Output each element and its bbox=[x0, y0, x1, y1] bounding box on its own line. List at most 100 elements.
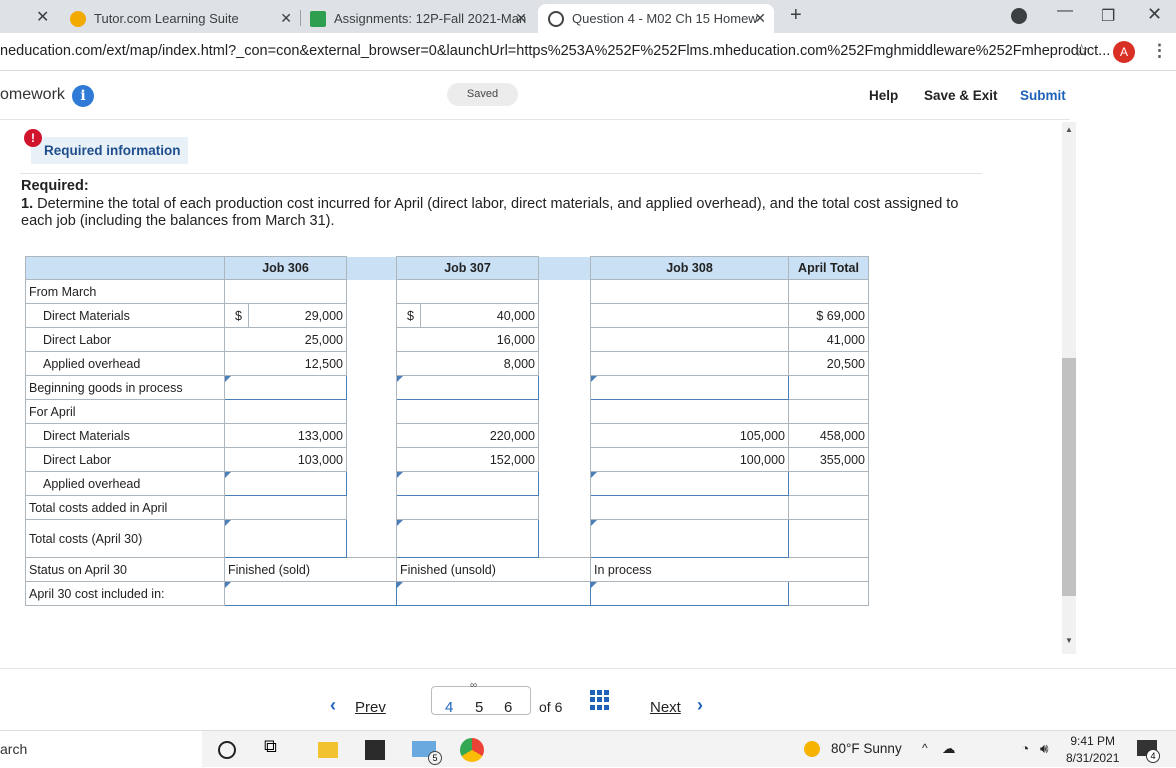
wifi-icon[interactable]: ◔ bbox=[1021, 741, 1029, 756]
cell-value: 100,000 bbox=[590, 447, 789, 472]
close-tab-icon[interactable]: ✕ bbox=[754, 10, 766, 27]
profile-avatar[interactable]: A bbox=[1113, 41, 1135, 63]
table-row: Status on April 30 Finished (sold) Finis… bbox=[25, 557, 869, 582]
close-tab-icon[interactable]: ✕ bbox=[280, 10, 292, 27]
added-job-306-input[interactable] bbox=[224, 495, 347, 520]
close-tab-icon[interactable]: ✕ bbox=[515, 10, 527, 27]
added-total-input[interactable] bbox=[788, 495, 869, 520]
beginning-job-307-input[interactable] bbox=[396, 375, 539, 400]
row-label: Applied overhead bbox=[25, 471, 225, 496]
applied-oh-total-input[interactable] bbox=[788, 471, 869, 496]
cell-value: $ 69,000 bbox=[788, 303, 869, 328]
new-tab-icon[interactable]: + bbox=[790, 4, 802, 27]
table-row: Applied overhead bbox=[25, 471, 869, 496]
added-job-307-input[interactable] bbox=[396, 495, 539, 520]
minimize-icon[interactable]: — bbox=[1057, 2, 1073, 20]
total-job-308-input[interactable] bbox=[590, 519, 789, 558]
scrollbar-thumb[interactable] bbox=[1062, 358, 1076, 596]
included-job-307-select[interactable] bbox=[396, 581, 591, 606]
cell-value: 29,000 bbox=[248, 303, 347, 328]
info-icon[interactable]: i bbox=[72, 85, 94, 107]
row-label: For April bbox=[25, 399, 225, 424]
url-text[interactable]: neducation.com/ext/map/index.html?_con=c… bbox=[0, 43, 1110, 59]
scroll-up-icon[interactable]: ▲ bbox=[1065, 125, 1073, 134]
onedrive-icon[interactable]: ☁ bbox=[942, 741, 956, 757]
cell-value: 355,000 bbox=[788, 447, 869, 472]
beginning-job-308-input[interactable] bbox=[590, 375, 789, 400]
beginning-job-306-input[interactable] bbox=[224, 375, 347, 400]
header-job-306: Job 306 bbox=[224, 256, 347, 280]
table-header-row: Job 306 Job 307 Job 308 April Total bbox=[25, 256, 869, 280]
tab-search-icon[interactable] bbox=[1011, 8, 1027, 24]
bookmark-star-icon[interactable]: ☆ bbox=[1074, 41, 1089, 61]
table-row: April 30 cost included in: bbox=[25, 581, 869, 606]
notification-badge: 4 bbox=[1146, 749, 1160, 763]
search-text[interactable]: arch bbox=[0, 741, 27, 757]
included-job-306-select[interactable] bbox=[224, 581, 397, 606]
prev-link[interactable]: Prev bbox=[355, 699, 386, 716]
saved-status-badge: Saved bbox=[447, 83, 518, 106]
total-april-input[interactable] bbox=[788, 519, 869, 558]
cell-value: $ bbox=[224, 303, 249, 328]
beginning-total-input[interactable] bbox=[788, 375, 869, 400]
restore-icon[interactable]: ❐ bbox=[1101, 6, 1115, 26]
cortana-icon[interactable] bbox=[218, 741, 236, 759]
close-window-icon[interactable]: ✕ bbox=[1147, 4, 1162, 25]
total-job-306-input[interactable] bbox=[224, 519, 347, 558]
scroll-down-icon[interactable]: ▼ bbox=[1065, 636, 1073, 645]
browser-menu-icon[interactable]: ⋮ bbox=[1151, 41, 1168, 61]
prev-chevron-icon[interactable]: ‹ bbox=[330, 695, 336, 716]
help-link[interactable]: Help bbox=[869, 88, 898, 103]
added-job-308-input[interactable] bbox=[590, 495, 789, 520]
date-text: 8/31/2021 bbox=[1066, 751, 1120, 765]
task-view-icon[interactable]: ⧉ bbox=[264, 736, 286, 758]
page-count: of 6 bbox=[539, 699, 563, 715]
row-label: Direct Labor bbox=[25, 327, 225, 352]
system-clock[interactable]: 9:41 PM 8/31/2021 bbox=[1066, 733, 1119, 767]
included-job-308-select[interactable] bbox=[590, 581, 789, 606]
applied-oh-job-307-input[interactable] bbox=[396, 471, 539, 496]
assignment-header: omework i Saved Help Save & Exit Submit bbox=[0, 72, 1070, 120]
link-icon: ∞ bbox=[470, 680, 478, 691]
page-6[interactable]: 6 bbox=[504, 699, 512, 716]
required-info-banner[interactable]: Required information bbox=[31, 137, 188, 164]
save-exit-link[interactable]: Save & Exit bbox=[924, 88, 998, 103]
row-label: Total costs (April 30) bbox=[25, 519, 225, 558]
page-4[interactable]: 4 bbox=[445, 699, 453, 716]
weather-text[interactable]: 80°F Sunny bbox=[831, 741, 902, 756]
tab-question[interactable]: Question 4 - M02 Ch 15 Homew ✕ bbox=[538, 4, 774, 33]
mail-badge: 5 bbox=[428, 751, 442, 765]
table-row: For April bbox=[25, 399, 869, 424]
question-body: Determine the total of each production c… bbox=[21, 196, 959, 229]
tab-tutor[interactable]: Tutor.com Learning Suite ✕ bbox=[60, 4, 300, 33]
windows-taskbar: arch ⧉ 5 80°F Sunny ^ ☁ ◔ 🔊︎ 9:41 PM 8/3… bbox=[0, 730, 1176, 768]
header-job-308: Job 308 bbox=[590, 256, 789, 280]
cell-value: 458,000 bbox=[788, 423, 869, 448]
submit-link[interactable]: Submit bbox=[1020, 88, 1066, 103]
total-job-307-input[interactable] bbox=[396, 519, 539, 558]
close-tab-icon[interactable]: ✕ bbox=[36, 7, 49, 27]
chrome-icon[interactable] bbox=[460, 738, 484, 762]
header-job-307: Job 307 bbox=[396, 256, 539, 280]
tab-assignments[interactable]: Assignments: 12P-Fall 2021-Man ✕ bbox=[300, 4, 535, 33]
address-bar[interactable]: neducation.com/ext/map/index.html?_con=c… bbox=[0, 33, 1176, 71]
cell-value: 8,000 bbox=[396, 351, 539, 376]
row-label: Direct Labor bbox=[25, 447, 225, 472]
status-job-308: In process bbox=[590, 557, 869, 582]
store-icon[interactable] bbox=[365, 740, 385, 760]
tray-chevron-icon[interactable]: ^ bbox=[922, 741, 928, 755]
grid-view-icon[interactable] bbox=[590, 690, 610, 710]
applied-oh-job-306-input[interactable] bbox=[224, 471, 347, 496]
next-link[interactable]: Next bbox=[650, 699, 681, 716]
cell-value: 12,500 bbox=[224, 351, 347, 376]
row-label: April 30 cost included in: bbox=[25, 581, 225, 606]
table-row: Applied overhead 12,500 8,000 20,500 bbox=[25, 351, 869, 376]
next-chevron-icon[interactable]: › bbox=[697, 695, 703, 716]
taskbar-search[interactable]: arch bbox=[0, 731, 202, 768]
file-explorer-icon[interactable] bbox=[318, 742, 338, 758]
volume-icon[interactable]: 🔊︎ bbox=[1040, 741, 1049, 757]
weather-sun-icon[interactable] bbox=[804, 741, 820, 757]
page-5-current[interactable]: 5 bbox=[475, 699, 483, 716]
applied-oh-job-308-input[interactable] bbox=[590, 471, 789, 496]
cell-value: 105,000 bbox=[590, 423, 789, 448]
